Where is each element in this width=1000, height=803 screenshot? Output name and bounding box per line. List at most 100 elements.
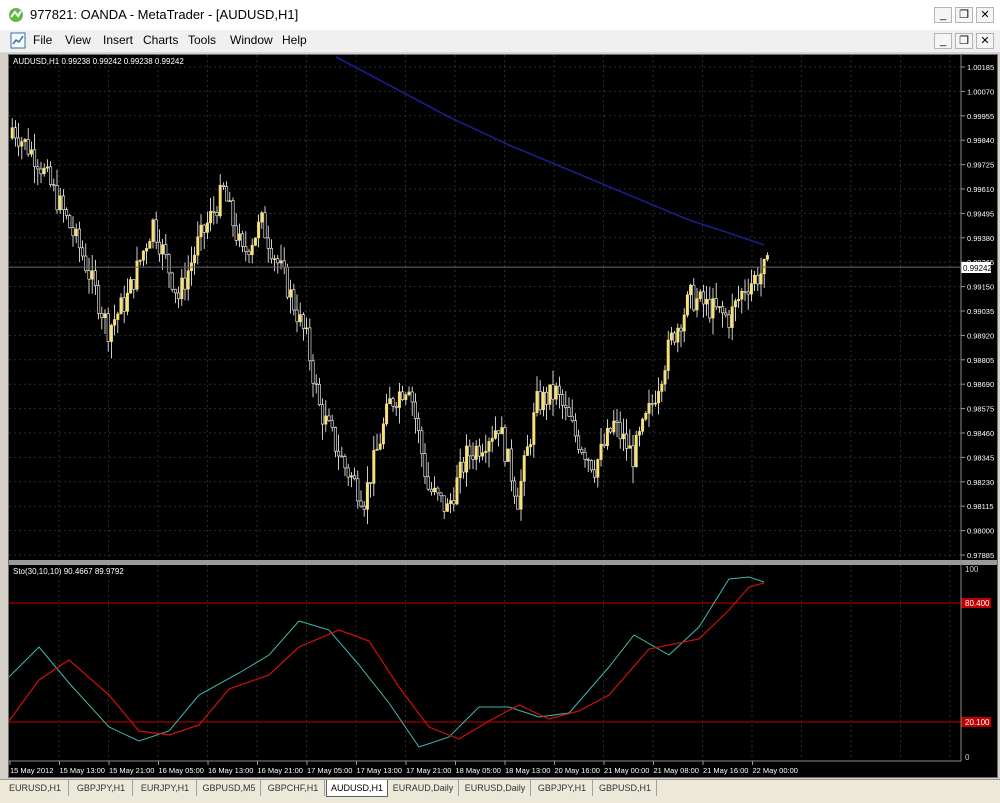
- candle-body: [455, 477, 459, 505]
- tab-gbpusd-h1[interactable]: GBPUSD,H1: [594, 780, 657, 796]
- tab-audusd-h1[interactable]: AUDUSD,H1: [326, 780, 388, 797]
- candle-body: [148, 241, 152, 249]
- candle-body: [369, 482, 373, 484]
- candle-body: [132, 279, 136, 290]
- candle-body: [509, 448, 513, 482]
- child-minimize-button[interactable]: _: [934, 33, 952, 49]
- candle-body: [81, 247, 85, 257]
- candle-body: [119, 297, 123, 315]
- restore-button[interactable]: ❐: [955, 7, 973, 23]
- menu-window[interactable]: Window: [230, 33, 273, 47]
- chart-tabs: EURUSD,H1 GBPJPY,H1 EURJPY,H1 GBPUSD,M5 GBPC…: [0, 779, 1000, 803]
- tab-gbpchf-h1[interactable]: GBPCHF,H1: [262, 780, 325, 796]
- indicator-separator[interactable]: [9, 560, 997, 565]
- close-button[interactable]: ✕: [976, 7, 994, 23]
- candle-body: [465, 445, 469, 473]
- price-label: 0.99150: [967, 283, 994, 292]
- candle-body: [285, 266, 289, 298]
- candle-body: [295, 309, 299, 323]
- tab-gbpusd-m5[interactable]: GBPUSD,M5: [198, 780, 261, 796]
- ma-line: [335, 56, 765, 246]
- candle-body: [305, 327, 309, 330]
- candle-body: [154, 219, 158, 243]
- candle-body: [90, 270, 94, 280]
- tab-eurusd-daily[interactable]: EURUSD,Daily: [460, 780, 531, 796]
- price-label: 0.98345: [967, 453, 994, 462]
- candle-body: [193, 254, 197, 264]
- time-label: 18 May 13:00: [505, 766, 550, 775]
- child-close-button[interactable]: ✕: [976, 33, 994, 49]
- candle-body: [461, 461, 465, 473]
- child-restore-button[interactable]: ❐: [955, 33, 973, 49]
- tab-gbpjpy-h1[interactable]: GBPJPY,H1: [70, 780, 133, 796]
- stoch-scale-bottom: 0: [965, 753, 970, 762]
- candle-body: [522, 455, 526, 482]
- time-label: 17 May 21:00: [406, 766, 451, 775]
- candle-body: [167, 254, 171, 274]
- candle-body: [55, 185, 59, 211]
- candle-body: [628, 445, 632, 449]
- candle-body: [138, 259, 142, 262]
- candle-body: [221, 184, 225, 187]
- menu-charts[interactable]: Charts: [143, 33, 178, 47]
- menu-view[interactable]: View: [65, 33, 91, 47]
- price-label: 0.99955: [967, 112, 994, 121]
- candle-body: [573, 420, 577, 437]
- time-label: 22 May 00:00: [753, 766, 798, 775]
- tab-eurusd-h1[interactable]: EURUSD,H1: [2, 780, 69, 796]
- candle-body: [445, 503, 449, 512]
- candle-body: [257, 221, 261, 239]
- moving-average: [335, 56, 765, 246]
- candle-body: [49, 166, 53, 185]
- candle-body: [202, 224, 206, 233]
- time-label: 21 May 00:00: [604, 766, 649, 775]
- minimize-button[interactable]: _: [934, 7, 952, 23]
- candle-body: [183, 277, 187, 290]
- candle-body: [157, 241, 161, 255]
- window-title: 977821: OANDA - MetaTrader - [AUDUSD,H1]: [30, 7, 299, 22]
- candle-body: [481, 452, 485, 457]
- candle-body: [234, 225, 238, 241]
- candle-body: [644, 413, 648, 420]
- menu-tools[interactable]: Tools: [188, 33, 216, 47]
- menu-help[interactable]: Help: [282, 33, 307, 47]
- candle-body: [135, 260, 139, 290]
- candle-body: [468, 445, 472, 457]
- tab-gbpjpy-h1[interactable]: GBPJPY,H1: [532, 780, 593, 796]
- candle-body: [260, 212, 264, 223]
- candle-body: [429, 488, 433, 493]
- candle-body: [391, 398, 395, 407]
- candle-body: [503, 427, 507, 462]
- candle-body: [743, 290, 747, 293]
- candle-body: [535, 391, 539, 413]
- price-chart[interactable]: 1.00185 1.00070 0.99955 0.99840 0.99725 0.996…: [9, 55, 997, 777]
- candle-body: [87, 270, 91, 280]
- candle-body: [666, 339, 670, 371]
- menu-insert[interactable]: Insert: [103, 33, 133, 47]
- candle-body: [711, 298, 715, 319]
- candle-body: [289, 289, 293, 298]
- menu-file[interactable]: File: [33, 33, 52, 47]
- candle-body: [653, 402, 657, 405]
- tab-eurjpy-h1[interactable]: EURJPY,H1: [134, 780, 197, 796]
- chart-document-icon[interactable]: [10, 32, 26, 49]
- time-label: 15 May 21:00: [109, 766, 154, 775]
- stoch-level-high-label: 80.400: [965, 599, 990, 608]
- stoch-header: Sto(30,10,10) 90.4667 89.9792: [13, 567, 124, 576]
- time-label: 16 May 21:00: [258, 766, 303, 775]
- candle-body: [436, 487, 440, 494]
- menu-bar: File View Insert Charts Tools Window Hel…: [0, 30, 1000, 53]
- candle-body: [177, 292, 181, 300]
- candle-body: [324, 415, 328, 425]
- candle-body: [493, 430, 497, 439]
- candle-body: [765, 255, 769, 260]
- candle-body: [570, 415, 574, 422]
- candle-body: [385, 403, 389, 425]
- candle-body: [538, 391, 542, 411]
- tab-euraud-daily[interactable]: EURAUD,Daily: [388, 780, 459, 796]
- candle-body: [589, 460, 593, 471]
- candle-body: [228, 200, 232, 202]
- candle-body: [698, 291, 702, 300]
- price-axis: 1.00185 1.00070 0.99955 0.99840 0.99725 0.996…: [961, 63, 994, 560]
- candle-body: [695, 298, 699, 311]
